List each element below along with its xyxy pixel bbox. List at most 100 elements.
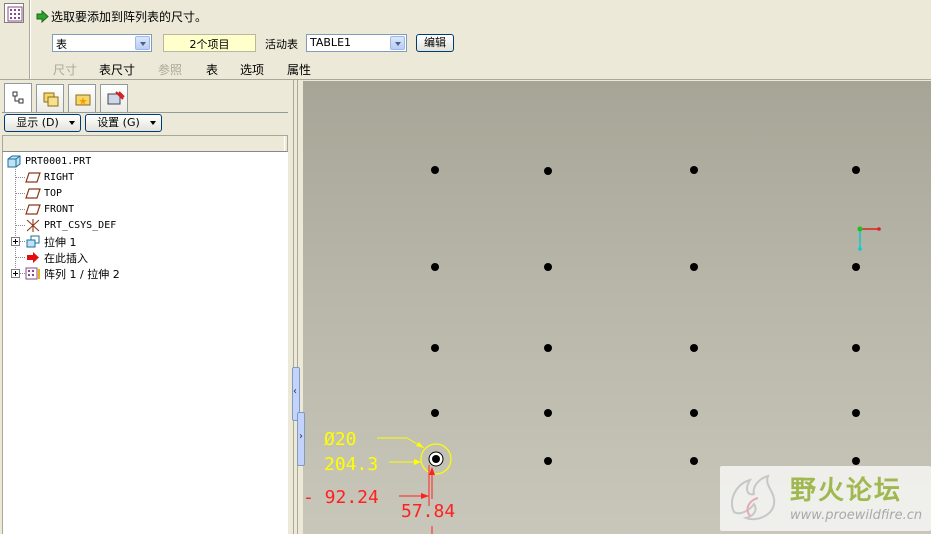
model-tree: PRT0001.PRT RIGHT TOP FRONT PRT_CSYS_DEF	[2, 152, 288, 534]
pattern-hole[interactable]	[431, 263, 439, 271]
csys-triad-icon	[857, 226, 881, 251]
tree-guide-line	[15, 177, 25, 178]
tree-guide-line	[15, 257, 25, 258]
active-table-select[interactable]: TABLE1	[306, 34, 407, 52]
tree-item-root-part[interactable]: PRT0001.PRT	[6, 154, 91, 169]
pattern-table-icon[interactable]	[4, 3, 24, 23]
pattern-hole[interactable]	[690, 409, 698, 417]
tree-item-front-plane[interactable]: FRONT	[25, 202, 74, 217]
insert-here-arrow-icon	[27, 252, 39, 263]
tab-options[interactable]: 选项	[240, 61, 264, 78]
folder-browser-icon	[43, 92, 59, 107]
table-type-select[interactable]: 表	[52, 34, 152, 52]
part-icon	[7, 155, 21, 168]
tab-dimensions[interactable]: 尺寸	[53, 61, 77, 78]
pattern-hole[interactable]	[544, 409, 552, 417]
active-table-label: 活动表	[265, 38, 298, 51]
pattern-hole[interactable]	[431, 166, 439, 174]
pattern-hole[interactable]	[431, 409, 439, 417]
tab-connections[interactable]	[100, 84, 128, 112]
tree-item-label: 在此插入	[44, 251, 88, 265]
tree-item-right-plane[interactable]: RIGHT	[25, 170, 74, 185]
diameter-value[interactable]: Ø20	[324, 429, 357, 450]
hole-pattern	[431, 166, 860, 465]
connections-tools-icon	[107, 91, 125, 105]
tab-tables[interactable]: 表	[206, 61, 218, 78]
tree-item-label: 拉伸 1	[44, 235, 77, 249]
tree-item-label: PRT_CSYS_DEF	[44, 220, 117, 231]
active-table-value: TABLE1	[310, 36, 352, 49]
pattern-hole[interactable]	[544, 167, 552, 175]
tree-item-extrude-1[interactable]: 拉伸 1	[25, 234, 77, 249]
pattern-hole[interactable]	[544, 263, 552, 271]
tree-item-insert-here[interactable]: 在此插入	[25, 250, 88, 265]
pattern-hole[interactable]	[544, 457, 552, 465]
tree-column-header[interactable]	[2, 135, 288, 152]
tree-guide-line	[15, 193, 25, 194]
dashboard-separator	[29, 0, 31, 80]
diameter-dimension[interactable]: Ø20	[324, 429, 425, 450]
tree-item-label: PRT0001.PRT	[25, 156, 92, 167]
pattern-hole[interactable]	[690, 263, 698, 271]
flame-logo-icon	[731, 474, 776, 521]
tree-item-pattern-1[interactable]: 阵列 1 / 拉伸 2	[25, 266, 120, 281]
horizontal-offset-value[interactable]: - 92.24	[303, 487, 379, 508]
vertical-offset-dimension[interactable]: 57.84	[401, 467, 455, 534]
tab-folder-browser[interactable]	[36, 84, 64, 112]
navigator-panel: 显示 (D) 设置 (G) PRT0001.PRT RIGHT TOP FRON…	[0, 80, 290, 534]
expand-panel-button[interactable]	[297, 412, 305, 466]
pattern-hole[interactable]	[431, 344, 439, 352]
pattern-hole[interactable]	[690, 344, 698, 352]
tree-item-csys[interactable]: PRT_CSYS_DEF	[25, 218, 116, 233]
extrude-icon	[26, 235, 40, 248]
spacing-value[interactable]: 204.3	[324, 454, 378, 475]
edit-button[interactable]: 编辑	[416, 34, 454, 52]
pattern-hole[interactable]	[852, 263, 860, 271]
pattern-icon	[25, 267, 40, 280]
pattern-hole[interactable]	[852, 166, 860, 174]
coordinate-system-icon	[26, 219, 40, 232]
datum-plane-icon	[25, 204, 41, 215]
tree-expand-button[interactable]	[11, 237, 20, 246]
message-prompt: 选取要添加到阵列表的尺寸。	[36, 8, 207, 24]
pattern-hole[interactable]	[852, 457, 860, 465]
lead-hole[interactable]	[420, 443, 452, 475]
tab-references[interactable]: 参照	[158, 61, 182, 78]
watermark-title: 野火论坛	[790, 476, 903, 506]
tab-strip-border	[2, 112, 288, 113]
pattern-hole[interactable]	[852, 409, 860, 417]
prompt-text: 选取要添加到阵列表的尺寸。	[51, 9, 208, 24]
spacing-dimension[interactable]: 204.3	[324, 454, 421, 475]
settings-menu-button[interactable]: 设置 (G)	[85, 114, 162, 132]
pattern-hole[interactable]	[544, 344, 552, 352]
favorites-folder-icon	[75, 94, 91, 106]
pattern-hole[interactable]	[690, 166, 698, 174]
tree-item-top-plane[interactable]: TOP	[25, 186, 62, 201]
model-tree-icon	[12, 91, 24, 104]
tab-favorites[interactable]	[68, 84, 96, 112]
tab-table-dimensions[interactable]: 表尺寸	[99, 61, 135, 78]
display-menu-button[interactable]: 显示 (D)	[4, 114, 81, 132]
items-collector[interactable]: 2个项目	[163, 34, 256, 52]
tree-item-label: RIGHT	[44, 172, 75, 183]
tab-properties[interactable]: 属性	[287, 61, 311, 78]
datum-plane-icon	[25, 188, 41, 199]
table-type-value: 表	[56, 38, 67, 51]
pattern-hole[interactable]	[690, 457, 698, 465]
tree-item-label: 阵列 1 / 拉伸 2	[44, 267, 120, 281]
tab-model-tree[interactable]	[4, 83, 32, 113]
tree-guide-line	[15, 209, 25, 210]
chevron-down-icon[interactable]	[390, 36, 405, 50]
tree-guide-line	[15, 225, 25, 226]
pattern-dashboard: 选取要添加到阵列表的尺寸。 表 2个项目 活动表 TABLE1 编辑 尺寸 表尺…	[0, 0, 931, 80]
tree-item-label: TOP	[44, 188, 63, 199]
pattern-hole[interactable]	[852, 344, 860, 352]
chevron-down-icon[interactable]	[135, 36, 150, 50]
items-count: 2个项目	[189, 38, 230, 51]
forum-watermark: 野火论坛 www.proewildfire.cn	[720, 466, 931, 531]
tree-item-label: FRONT	[44, 204, 75, 215]
tree-expand-button[interactable]	[11, 269, 20, 278]
vertical-offset-value[interactable]: 57.84	[401, 501, 455, 522]
sash-line	[293, 80, 294, 534]
green-arrow-icon	[36, 9, 49, 23]
